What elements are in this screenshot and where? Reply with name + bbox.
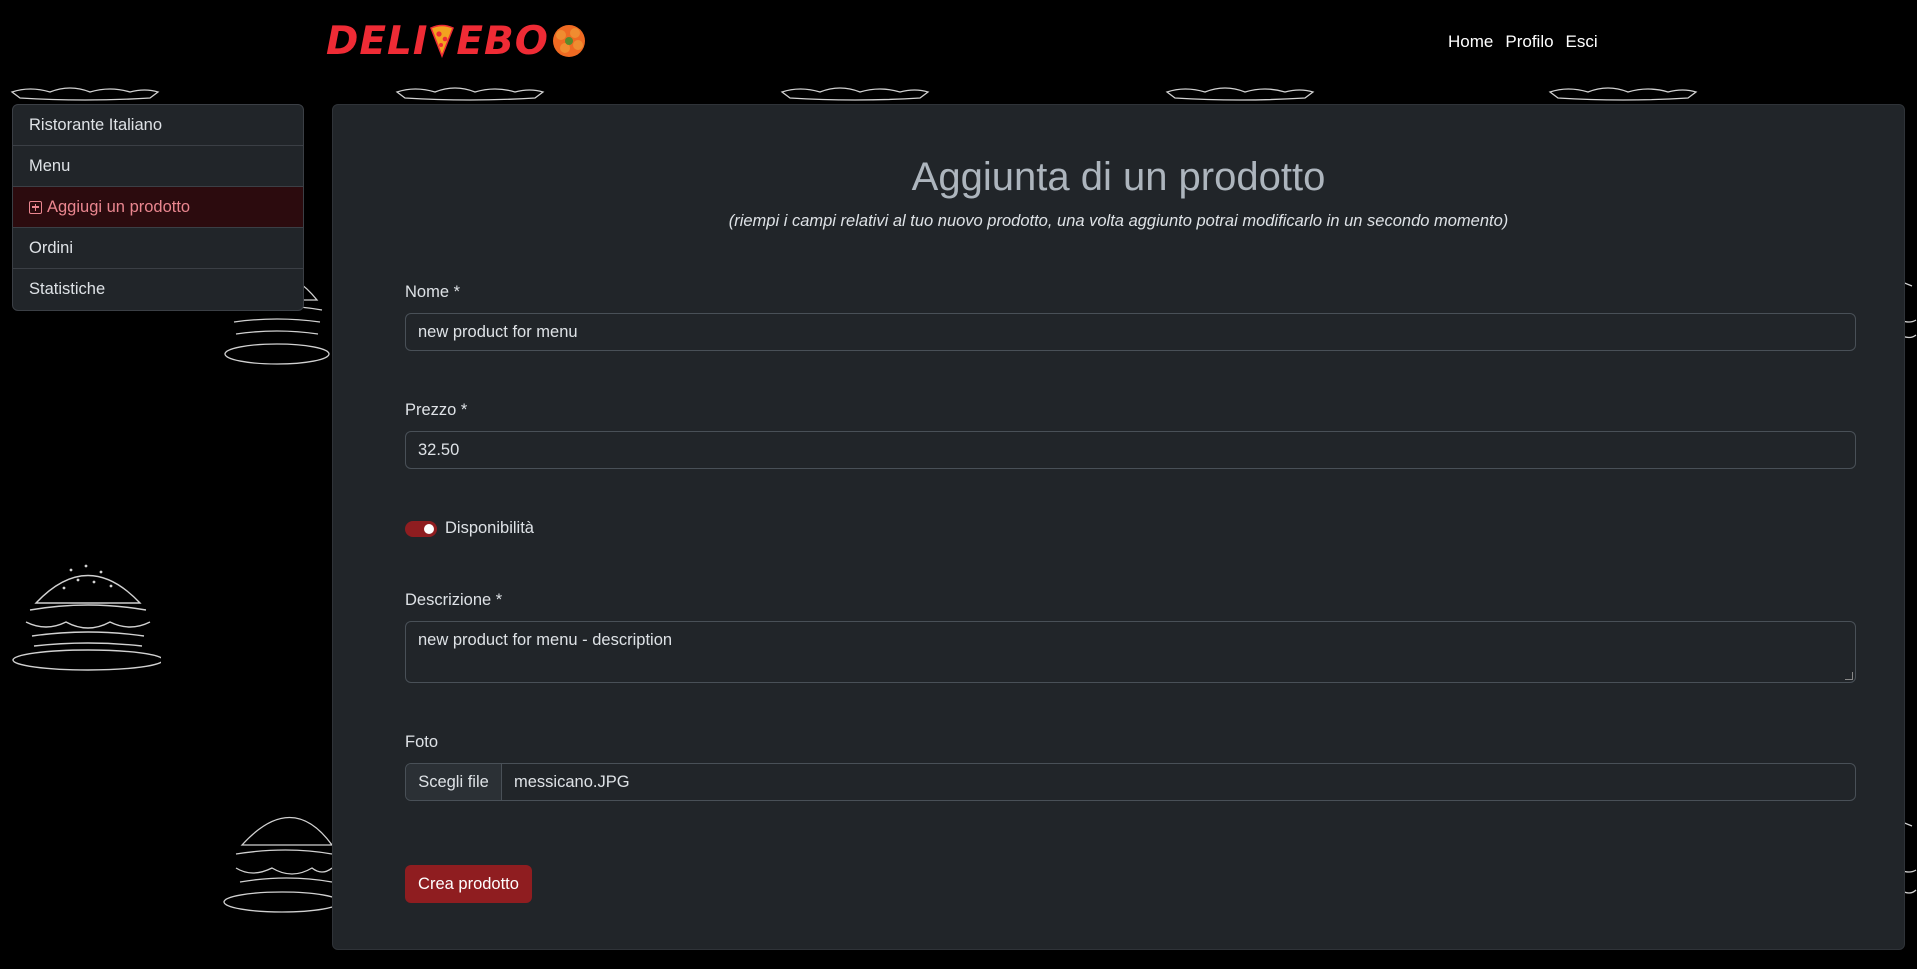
- pizza-slice-icon: [430, 24, 455, 58]
- sidebar-item-label: Ristorante Italiano: [29, 115, 162, 134]
- availability-label[interactable]: Disponibilità: [445, 519, 534, 538]
- sidebar-item-restaurant[interactable]: Ristorante Italiano: [13, 105, 303, 146]
- burger-illustration-icon: [780, 87, 930, 101]
- add-product-card: Aggiunta di un prodotto (riempi i campi …: [332, 104, 1905, 950]
- burger-illustration-icon: [12, 564, 161, 671]
- sidebar-item-menu[interactable]: Menu: [13, 146, 303, 187]
- sidebar-menu: Ristorante Italiano Menu Aggiugi un prod…: [12, 104, 304, 311]
- sidebar-item-label: Menu: [29, 156, 71, 175]
- create-product-button[interactable]: Crea prodotto: [405, 865, 532, 903]
- logo-text-deli: DELI: [326, 18, 429, 64]
- description-label: Descrizione *: [405, 591, 503, 609]
- photo-file-input[interactable]: Scegli file messicano.JPG: [405, 763, 1856, 801]
- plus-square-icon: [29, 200, 42, 214]
- price-input[interactable]: 32.50: [405, 431, 1856, 469]
- sidebar-item-add-product[interactable]: Aggiugi un prodotto: [13, 187, 303, 228]
- nav-logout-link[interactable]: Esci: [1566, 32, 1598, 52]
- burger-illustration-icon: [1165, 87, 1315, 101]
- burger-illustration-icon: [10, 87, 160, 101]
- choose-file-button[interactable]: Scegli file: [406, 764, 502, 800]
- photo-label: Foto: [405, 733, 439, 751]
- nav-profile-link[interactable]: Profilo: [1505, 32, 1553, 52]
- availability-toggle[interactable]: [405, 520, 437, 537]
- nav-home-link[interactable]: Home: [1448, 32, 1493, 52]
- toggle-knob: [424, 523, 434, 534]
- sidebar-item-label: Ordini: [29, 238, 74, 257]
- burger-illustration-icon: [223, 816, 332, 913]
- burger-illustration-icon: [1548, 87, 1698, 101]
- sidebar-item-label: Aggiugi un prodotto: [47, 197, 191, 216]
- name-input[interactable]: new product for menu: [405, 313, 1856, 351]
- top-navbar: DELI EBO Home Profilo Esci: [0, 0, 1917, 86]
- page-subtitle: (riempi i campi relativi al tuo nuovo pr…: [728, 212, 1509, 230]
- burger-illustration-icon: [395, 87, 545, 101]
- main-nav: Home Profilo Esci: [1448, 32, 1598, 52]
- sidebar-item-label: Statistiche: [29, 280, 106, 298]
- logo-text-ebo: EBO: [456, 18, 549, 64]
- description-textarea[interactable]: new product for menu - description: [405, 621, 1856, 683]
- name-label: Nome *: [405, 283, 461, 301]
- sidebar-item-statistics[interactable]: Statistiche: [13, 269, 303, 310]
- sidebar-item-orders[interactable]: Ordini: [13, 228, 303, 269]
- selected-file-name: messicano.JPG: [514, 772, 630, 791]
- brand-logo[interactable]: DELI EBO: [326, 18, 587, 64]
- availability-row: Disponibilità: [405, 519, 534, 538]
- description-value: new product for menu - description: [418, 631, 673, 649]
- page-title: Aggiunta di un prodotto: [911, 155, 1326, 199]
- price-label: Prezzo *: [405, 401, 468, 419]
- resize-handle-icon[interactable]: [1845, 672, 1853, 680]
- burger-logo-icon: [552, 25, 585, 57]
